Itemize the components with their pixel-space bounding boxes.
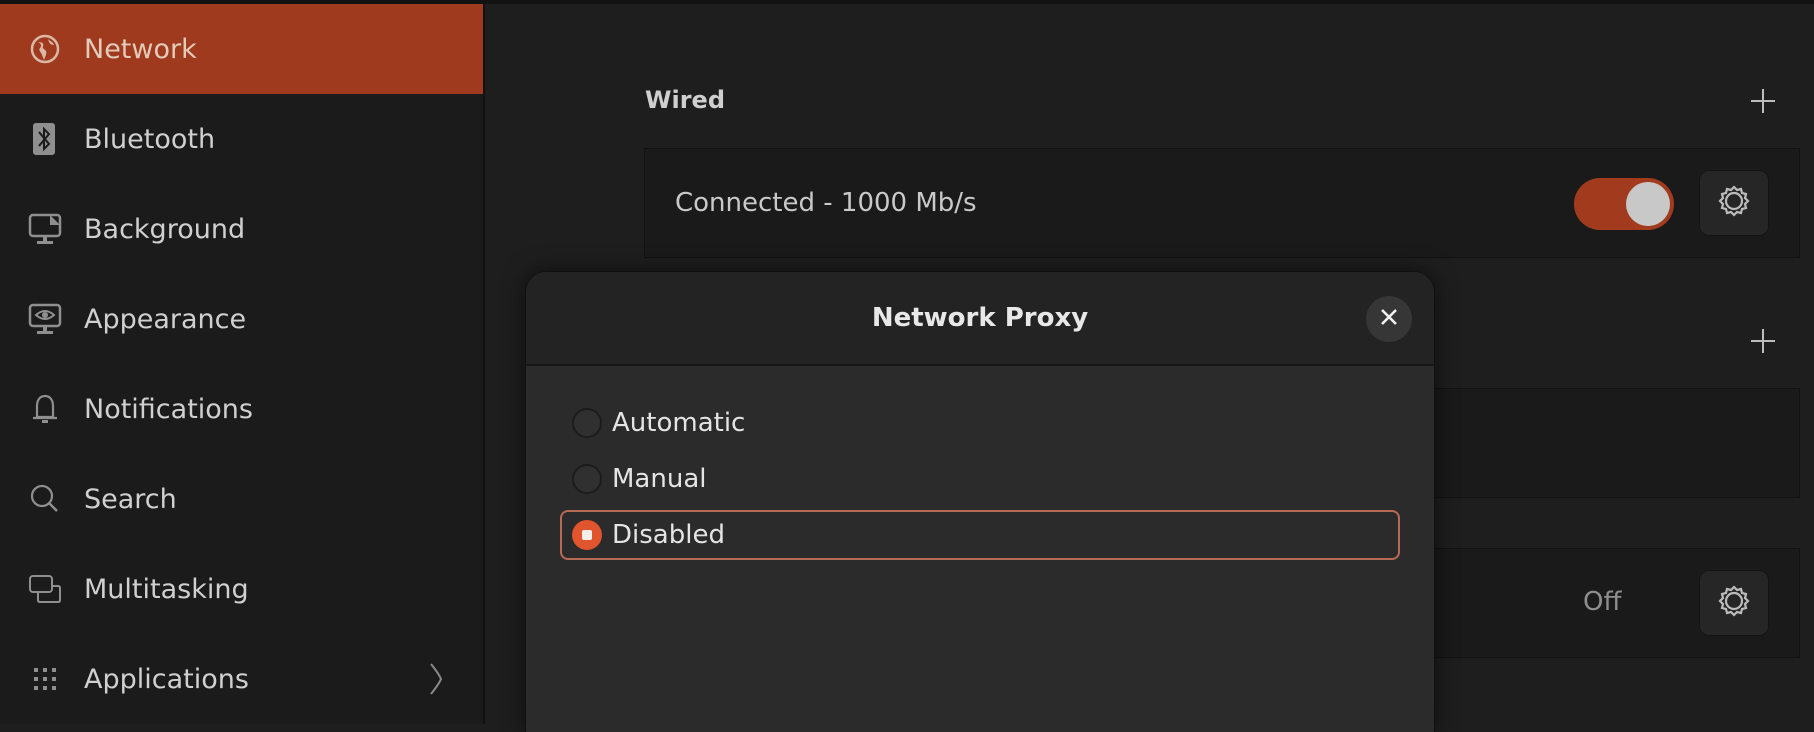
proxy-status-text: Off <box>1583 587 1622 617</box>
close-icon <box>1380 308 1398 330</box>
toggle-knob <box>1626 182 1670 226</box>
radio-button-selected[interactable] <box>572 520 602 550</box>
sidebar-item-label: Applications <box>84 663 249 695</box>
sidebar-item-label: Appearance <box>84 303 247 335</box>
radio-label: Automatic <box>612 408 746 438</box>
sidebar-item-label: Notifications <box>84 393 253 425</box>
multitasking-icon <box>28 572 62 606</box>
sidebar-item-notifications[interactable]: Notifications <box>0 364 483 454</box>
globe-icon <box>28 32 62 66</box>
monitor-eye-icon <box>28 302 62 336</box>
sidebar-item-search[interactable]: Search <box>0 454 483 544</box>
sidebar-item-applications[interactable]: Applications <box>0 634 483 724</box>
radio-label: Manual <box>612 464 707 494</box>
sidebar-item-network[interactable]: Network <box>0 4 483 94</box>
dialog-header: Network Proxy <box>526 272 1434 366</box>
grid-icon <box>28 662 62 696</box>
proxy-option-automatic[interactable]: Automatic <box>560 398 1400 448</box>
gear-icon <box>1717 184 1751 222</box>
sidebar-item-label: Search <box>84 483 177 515</box>
radio-label: Disabled <box>612 520 725 550</box>
dialog-title: Network Proxy <box>871 303 1089 333</box>
sidebar-item-label: Background <box>84 213 246 245</box>
chevron-right-icon <box>427 662 447 696</box>
sidebar-item-label: Network <box>84 33 197 65</box>
settings-sidebar: Network Bluetooth Background Appearance … <box>0 4 485 724</box>
network-proxy-dialog: Network Proxy Automatic Manual Disabled <box>526 272 1434 732</box>
sidebar-item-label: Bluetooth <box>84 123 216 155</box>
bluetooth-icon <box>28 122 62 156</box>
sidebar-item-label: Multitasking <box>84 573 249 605</box>
wired-settings-button[interactable] <box>1699 170 1769 236</box>
sidebar-item-appearance[interactable]: Appearance <box>0 274 483 364</box>
proxy-option-manual[interactable]: Manual <box>560 454 1400 504</box>
proxy-option-disabled[interactable]: Disabled <box>560 510 1400 560</box>
wired-connection-row: Connected - 1000 Mb/s <box>644 148 1800 258</box>
sidebar-item-bluetooth[interactable]: Bluetooth <box>0 94 483 184</box>
wired-toggle-switch[interactable] <box>1574 178 1674 230</box>
sidebar-item-background[interactable]: Background <box>0 184 483 274</box>
proxy-settings-button[interactable] <box>1699 570 1769 636</box>
radio-button[interactable] <box>572 408 602 438</box>
add-connection-button[interactable] <box>1751 329 1775 353</box>
wired-connection-status: Connected - 1000 Mb/s <box>675 188 977 218</box>
bell-icon <box>28 392 62 426</box>
gear-icon <box>1717 584 1751 622</box>
sidebar-item-multitasking[interactable]: Multitasking <box>0 544 483 634</box>
wired-section-title: Wired <box>645 86 725 114</box>
radio-button[interactable] <box>572 464 602 494</box>
add-wired-connection-button[interactable] <box>1751 89 1775 113</box>
close-dialog-button[interactable] <box>1366 296 1412 342</box>
search-icon <box>28 482 62 516</box>
monitor-background-icon <box>28 212 62 246</box>
